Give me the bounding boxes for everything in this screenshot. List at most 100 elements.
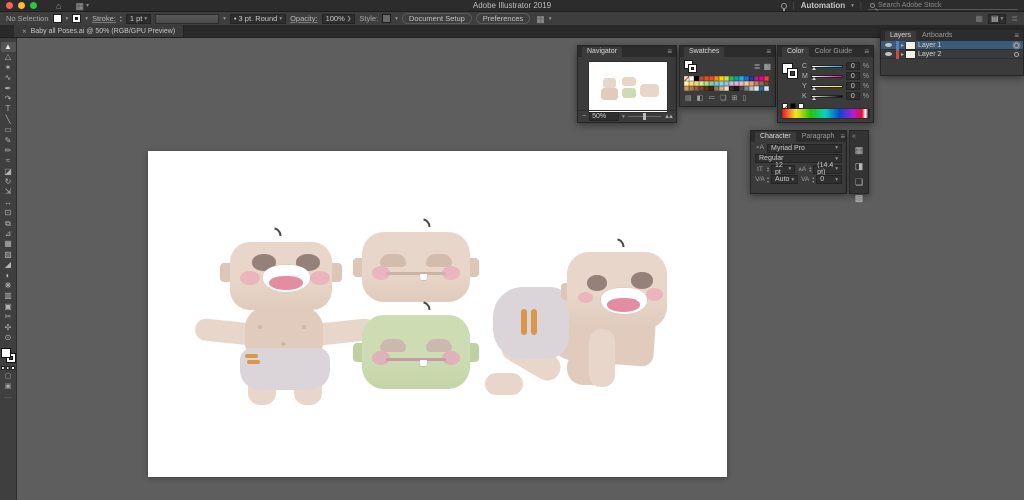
blend-tool[interactable]: ◐	[1, 271, 16, 281]
fill-swatch[interactable]	[1, 348, 11, 358]
channel-slider[interactable]	[811, 85, 843, 88]
artboard-tool[interactable]: ▣	[1, 302, 16, 312]
draw-mode-button[interactable]: ▢	[5, 373, 12, 380]
channel-value-field[interactable]: 0	[846, 82, 860, 90]
tab-navigator[interactable]: Navigator	[582, 47, 622, 57]
leading-field[interactable]: (14.4 pt)▾	[813, 165, 842, 174]
workspace-caret-icon[interactable]: ▾	[851, 3, 854, 9]
swatch[interactable]	[684, 76, 689, 81]
rotate-tool[interactable]: ↻	[1, 177, 16, 187]
collapsed-artboards-panel-icon[interactable]: ▦	[852, 144, 866, 156]
color-panel-menu-icon[interactable]: ≡	[864, 47, 869, 56]
navigator-zoom-field[interactable]: 50%	[589, 112, 619, 121]
kerning-field[interactable]: Auto▾	[771, 175, 798, 184]
stroke-weight-field[interactable]: 1 pt ▾	[126, 14, 151, 24]
new-color-group-icon[interactable]: ❑	[720, 94, 726, 102]
new-swatch-icon[interactable]: ⊞	[732, 94, 738, 102]
pen-tool[interactable]: ✒	[1, 84, 16, 94]
stroke-weight-stepper[interactable]: ▴▾	[120, 15, 122, 22]
width-tool[interactable]: ↔	[1, 198, 16, 208]
shape-builder-tool[interactable]: ⧉	[1, 219, 16, 229]
home-icon[interactable]: ⌂	[56, 1, 61, 11]
canvas-pasteboard[interactable]: Navigator ≡ − 50% ▾ ▲▲	[17, 38, 1024, 500]
free-transform-tool[interactable]: ⊡	[1, 208, 16, 218]
swatch-libraries-icon[interactable]: ▤	[685, 94, 692, 102]
swatch-kinds-icon[interactable]: ≔	[708, 94, 715, 102]
document-tab[interactable]: × Baby all Poses.ai @ 50% (RGB/GPU Previ…	[14, 25, 184, 37]
layer-target-icon[interactable]	[1014, 43, 1019, 48]
gradient-mode-button[interactable]	[6, 366, 10, 370]
opacity-label-link[interactable]: Opacity:	[290, 14, 318, 23]
layer-target-icon[interactable]	[1014, 52, 1019, 57]
screen-mode-button[interactable]: ▣	[5, 383, 12, 390]
eraser-tool[interactable]: ◪	[1, 167, 16, 177]
zoom-window-button[interactable]	[30, 2, 37, 9]
swatches-fill-stroke-widget[interactable]	[684, 60, 697, 73]
swatch[interactable]	[764, 86, 769, 91]
expand-dock-icon[interactable]: «	[850, 133, 856, 140]
type-tool[interactable]: T	[1, 104, 16, 114]
list-view-icon[interactable]: ≣	[754, 62, 761, 71]
edit-toolbar-button[interactable]: …	[5, 393, 12, 400]
tab-color-guide[interactable]: Color Guide	[810, 47, 857, 57]
stroke-label-link[interactable]: Stroke:	[92, 14, 116, 23]
column-graph-tool[interactable]: ▥	[1, 291, 16, 301]
font-size-field[interactable]: 12 pt▾	[771, 165, 795, 174]
channel-value-field[interactable]: 0	[846, 92, 860, 100]
font-family-field[interactable]: Myriad Pro ▾	[767, 144, 842, 153]
gradient-tool[interactable]: ▨	[1, 250, 16, 260]
style-caret-icon[interactable]: ▾	[395, 16, 398, 22]
stroke-caret-icon[interactable]: ▾	[85, 16, 88, 22]
expand-layer-icon[interactable]: ▸	[901, 51, 904, 58]
control-bar-menu-icon[interactable]: ≣	[1011, 14, 1018, 23]
artboard[interactable]	[148, 151, 727, 477]
expand-layer-icon[interactable]: ▸	[901, 42, 904, 49]
document-setup-button[interactable]: Document Setup	[402, 13, 472, 24]
brush-definition-field[interactable]: • 3 pt. Round ▾	[230, 14, 286, 24]
magic-wand-tool[interactable]: ✶	[1, 63, 16, 73]
adobe-stock-search-input[interactable]: Search Adobe Stock	[868, 1, 1018, 10]
mesh-tool[interactable]: ▦	[1, 239, 16, 249]
minimize-window-button[interactable]	[18, 2, 25, 9]
layer-row[interactable]: ▸ Layer 2	[881, 50, 1023, 59]
slice-tool[interactable]: ✂	[1, 312, 16, 322]
color-spectrum-bar[interactable]	[782, 109, 869, 118]
layer-thumbnail[interactable]	[906, 42, 915, 49]
swatch-themes-icon[interactable]: ◧	[697, 94, 704, 102]
line-segment-tool[interactable]: ╲	[1, 115, 16, 125]
arrange-documents-button[interactable]: ▤ ▾	[988, 14, 1006, 24]
character-panel-menu-icon[interactable]: ≡	[840, 132, 845, 141]
isolate-caret-icon[interactable]: ▾	[549, 16, 552, 22]
layer-thumbnail[interactable]	[906, 51, 915, 58]
navigator-thumbnail[interactable]	[589, 62, 667, 112]
leading-stepper[interactable]: ▴▾	[809, 166, 811, 173]
style-chip[interactable]	[382, 14, 391, 23]
lasso-tool[interactable]: ∿	[1, 73, 16, 83]
zoom-tool[interactable]: ⊙	[1, 333, 16, 343]
layer-name[interactable]: Layer 2	[918, 51, 1014, 58]
paintbrush-tool[interactable]: ✎	[1, 136, 16, 146]
channel-value-field[interactable]: 0	[846, 62, 860, 70]
delete-swatch-icon[interactable]: ▯	[742, 94, 746, 102]
grid-view-icon[interactable]: ▦	[763, 62, 771, 71]
swatches-panel-menu-icon[interactable]: ≡	[766, 47, 771, 56]
pencil-tool[interactable]: ✏	[1, 146, 16, 156]
opacity-field[interactable]: 100% ❯	[322, 14, 356, 24]
collapsed-pathfinder-panel-icon[interactable]: ◨	[852, 160, 866, 172]
navigator-zoom-in-icon[interactable]: ▲▲	[664, 114, 672, 120]
symbol-sprayer-tool[interactable]: ❋	[1, 281, 16, 291]
direct-selection-tool[interactable]: △	[1, 52, 16, 62]
variable-width-profile-preview[interactable]	[155, 14, 219, 24]
curvature-tool[interactable]: ↷	[1, 94, 16, 104]
tab-color[interactable]: Color	[782, 47, 809, 57]
isolate-icon[interactable]: ▦	[536, 14, 545, 24]
channel-slider[interactable]	[811, 75, 843, 78]
app-bar-caret-icon[interactable]: ▾	[86, 2, 89, 9]
channel-slider[interactable]	[811, 65, 843, 68]
navigator-panel-menu-icon[interactable]: ≡	[667, 47, 672, 56]
tracking-field[interactable]: 0▾	[816, 175, 842, 184]
fill-color-chip[interactable]	[53, 14, 62, 23]
hand-tool[interactable]: ✣	[1, 323, 16, 333]
none-mode-button[interactable]	[11, 366, 15, 370]
eyedropper-tool[interactable]: ◢	[1, 260, 16, 270]
